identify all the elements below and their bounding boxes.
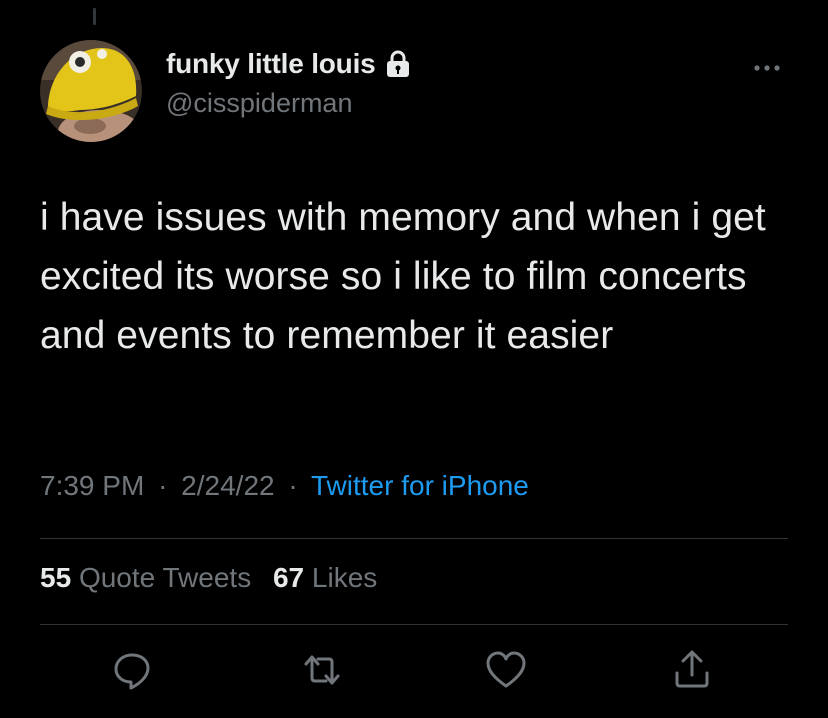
tweet-source-link[interactable]: Twitter for iPhone <box>311 470 529 501</box>
quote-tweets-label: Quote Tweets <box>78 562 252 593</box>
separator-dot: · <box>288 470 298 501</box>
author-name-row[interactable]: funky little louis <box>166 48 412 80</box>
reply-icon <box>114 653 150 690</box>
separator-dot: · <box>158 470 168 501</box>
more-icon[interactable] <box>750 58 784 78</box>
tweet-date[interactable]: 2/24/22 <box>181 470 274 501</box>
avatar-image <box>40 40 142 142</box>
tweet-actions-bar <box>0 648 828 694</box>
reply-button[interactable] <box>110 648 154 692</box>
likes-stat[interactable]: 67 Likes <box>273 562 377 593</box>
display-name[interactable]: funky little louis <box>166 48 376 80</box>
likes-label: Likes <box>311 562 378 593</box>
quote-tweets-stat[interactable]: 55 Quote Tweets <box>40 562 251 593</box>
author-handle[interactable]: @cisspiderman <box>166 88 352 119</box>
share-icon <box>675 650 709 688</box>
tweet-metadata: 7:39 PM · 2/24/22 · Twitter for iPhone <box>40 470 529 502</box>
lock-icon <box>384 49 412 79</box>
divider <box>40 624 788 625</box>
heart-icon <box>486 651 526 688</box>
divider <box>40 538 788 539</box>
like-button[interactable] <box>484 648 528 692</box>
tweet-text: i have issues with memory and when i get… <box>40 196 766 357</box>
tweet-stats: 55 Quote Tweets 67 Likes <box>40 562 391 594</box>
tweet-time[interactable]: 7:39 PM <box>40 470 144 501</box>
share-button[interactable] <box>670 648 714 692</box>
likes-count: 67 <box>272 562 305 593</box>
retweet-icon <box>304 655 340 685</box>
retweet-button[interactable] <box>300 648 344 692</box>
quote-tweets-count: 55 <box>40 562 72 593</box>
avatar[interactable] <box>40 40 142 142</box>
thread-connector-line <box>93 8 96 25</box>
